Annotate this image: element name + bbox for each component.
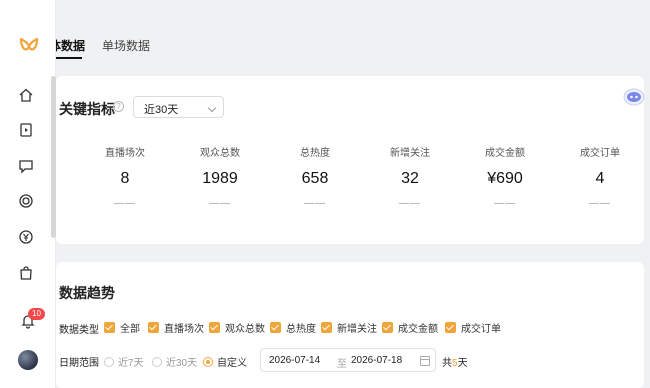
metric-label: 成交金额 bbox=[485, 148, 525, 159]
radio-circle-icon bbox=[203, 356, 213, 367]
message-icon[interactable] bbox=[18, 158, 34, 174]
data-trend-card: 数据趋势 数据类型 全部 直播场次 观众总数 总热度 新增关注 成交金额 成交订… bbox=[56, 262, 644, 388]
metric-orders: 成交订单 4 —— bbox=[550, 144, 650, 209]
help-icon[interactable]: ? bbox=[113, 101, 124, 112]
checkbox-check-icon bbox=[321, 322, 332, 333]
metric-change: —— bbox=[304, 198, 326, 209]
metric-change: —— bbox=[114, 198, 136, 209]
key-metrics-title: 关键指标 bbox=[59, 101, 115, 117]
checkbox-new-followers[interactable]: 新增关注 bbox=[321, 320, 377, 335]
active-tab-indicator bbox=[56, 57, 82, 59]
notification-badge: 10 bbox=[28, 308, 45, 320]
checkbox-check-icon bbox=[382, 322, 393, 333]
period-select-value: 近30天 bbox=[144, 104, 179, 116]
metric-change: —— bbox=[209, 198, 231, 209]
checkbox-label: 观众总数 bbox=[225, 324, 265, 335]
checkbox-gmv[interactable]: 成交金额 bbox=[382, 320, 438, 335]
metric-value: 1989 bbox=[202, 170, 238, 187]
checkbox-check-icon bbox=[445, 322, 456, 333]
checkbox-live-sessions[interactable]: 直播场次 bbox=[148, 320, 204, 335]
period-select[interactable]: 近30天 bbox=[133, 96, 224, 118]
checkbox-label: 成交金额 bbox=[398, 324, 438, 335]
data-trend-title: 数据趋势 bbox=[59, 285, 115, 301]
checkbox-total-heat[interactable]: 总热度 bbox=[270, 320, 316, 335]
date-range-picker[interactable]: 2026-07-14 至 2026-07-18 bbox=[260, 348, 436, 372]
metric-value: 4 bbox=[595, 170, 605, 187]
date-start-input[interactable]: 2026-07-14 bbox=[269, 355, 320, 366]
target-icon[interactable] bbox=[18, 193, 34, 209]
metric-new-followers: 新增关注 32 —— bbox=[360, 144, 460, 209]
radio-circle-icon bbox=[104, 356, 114, 367]
metric-value: 658 bbox=[301, 170, 329, 187]
app-logo-icon[interactable] bbox=[19, 37, 39, 55]
date-end-input[interactable]: 2026-07-18 bbox=[351, 355, 402, 366]
radio-circle-icon bbox=[152, 356, 162, 367]
radio-last-7-days[interactable]: 近7天 bbox=[104, 354, 144, 369]
metric-value: 8 bbox=[120, 170, 130, 187]
key-metrics-card: 关键指标 ? 近30天 直播场次 8 —— 观众总数 1989 —— 总热度 6… bbox=[56, 76, 644, 244]
metric-total-viewers: 观众总数 1989 —— bbox=[170, 144, 270, 209]
checkbox-label: 直播场次 bbox=[164, 324, 204, 335]
radio-custom[interactable]: 自定义 bbox=[203, 354, 247, 369]
radio-label: 近7天 bbox=[118, 358, 144, 369]
checkbox-label: 总热度 bbox=[286, 324, 316, 335]
checkbox-label: 成交订单 bbox=[461, 324, 501, 335]
metric-label: 成交订单 bbox=[580, 148, 620, 159]
total-days-prefix: 共 bbox=[442, 358, 452, 369]
metric-value: 32 bbox=[401, 170, 419, 187]
date-separator: 至 bbox=[337, 359, 347, 370]
metric-value: ¥690 bbox=[487, 170, 523, 187]
checkbox-check-icon bbox=[148, 322, 159, 333]
tab-overall-data[interactable]: 整体数据 bbox=[56, 37, 85, 54]
avatar[interactable] bbox=[18, 350, 38, 370]
radio-last-30-days[interactable]: 近30天 bbox=[152, 354, 197, 369]
metric-label: 观众总数 bbox=[200, 148, 240, 159]
assistant-robot-icon[interactable] bbox=[622, 86, 646, 106]
checkbox-orders[interactable]: 成交订单 bbox=[445, 320, 501, 335]
yuan-icon[interactable] bbox=[18, 229, 34, 245]
total-days-suffix: 天 bbox=[457, 358, 468, 369]
radio-label: 自定义 bbox=[217, 358, 247, 369]
chevron-down-icon bbox=[207, 103, 217, 113]
radio-label: 近30天 bbox=[166, 358, 198, 369]
tab-single-session-data[interactable]: 单场数据 bbox=[102, 37, 150, 54]
total-days-text: 共5天 bbox=[442, 354, 468, 369]
checkbox-check-icon bbox=[270, 322, 281, 333]
metric-label: 直播场次 bbox=[105, 148, 145, 159]
date-range-label: 日期范围 bbox=[59, 358, 99, 369]
metric-change: —— bbox=[494, 198, 516, 209]
checkbox-total-viewers[interactable]: 观众总数 bbox=[209, 320, 265, 335]
checkbox-all[interactable]: 全部 bbox=[104, 320, 140, 335]
metric-change: —— bbox=[589, 198, 611, 209]
sidebar: 10 bbox=[0, 0, 56, 388]
checkbox-label: 全部 bbox=[120, 324, 140, 335]
metric-total-heat: 总热度 658 —— bbox=[265, 144, 365, 209]
metric-gmv: 成交金额 ¥690 —— bbox=[455, 144, 555, 209]
metric-label: 新增关注 bbox=[390, 148, 430, 159]
checkbox-label: 新增关注 bbox=[337, 324, 377, 335]
home-icon[interactable] bbox=[18, 87, 34, 103]
metric-change: —— bbox=[399, 198, 421, 209]
tab-bar: 整体数据 单场数据 bbox=[56, 0, 650, 62]
data-type-label: 数据类型 bbox=[59, 325, 99, 336]
calendar-icon[interactable] bbox=[420, 356, 430, 366]
checkbox-check-icon bbox=[104, 322, 115, 333]
checkbox-check-icon bbox=[209, 322, 220, 333]
play-icon[interactable] bbox=[18, 122, 34, 138]
metric-live-sessions: 直播场次 8 —— bbox=[75, 144, 175, 209]
metric-label: 总热度 bbox=[300, 148, 330, 159]
shopping-bag-icon[interactable] bbox=[18, 265, 34, 281]
